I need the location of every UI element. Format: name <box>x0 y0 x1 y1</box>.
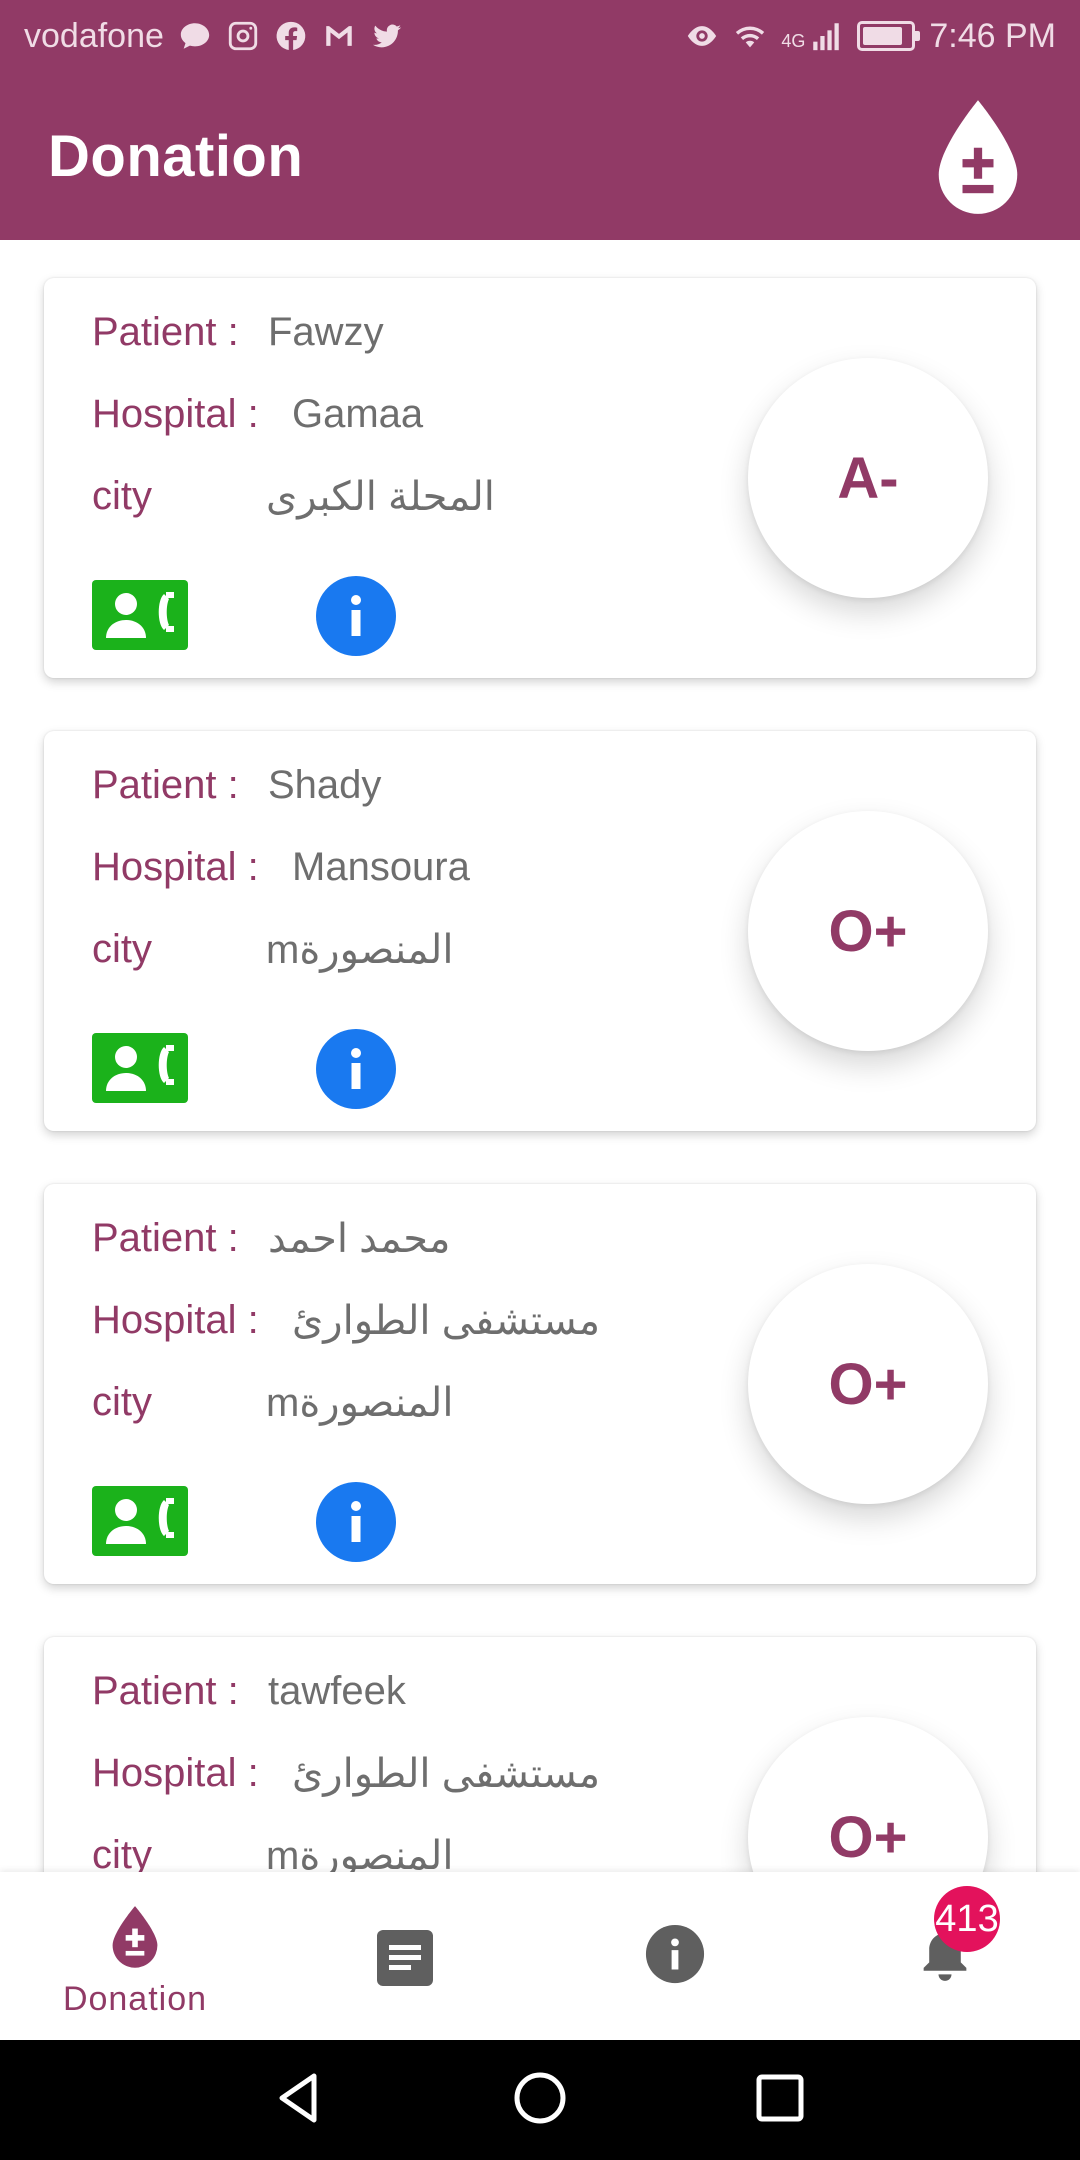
eye-icon <box>685 19 719 53</box>
blood-type-badge: O+ <box>748 1264 988 1504</box>
hospital-name: مستشفى الطوارئ <box>292 1752 601 1796</box>
carrier-name: vodafone <box>24 16 164 55</box>
nav-donation-label: Donation <box>62 1980 208 2018</box>
contact-phone-icon <box>106 1045 174 1091</box>
home-icon[interactable] <box>510 2068 570 2133</box>
bottom-navigation: Donation 413 <box>0 1872 1080 2040</box>
city-label: city <box>92 1380 152 1424</box>
info-button[interactable] <box>316 1029 396 1109</box>
patient-name: محمد احمد <box>268 1217 451 1261</box>
patient-label: Patient : <box>92 1669 239 1713</box>
donation-card[interactable]: Patient : محمد احمد Hospital : مستشفى الطو… <box>44 1184 1036 1584</box>
call-contact-button[interactable] <box>92 580 188 650</box>
call-contact-button[interactable] <box>92 1033 188 1103</box>
patient-label: Patient : <box>92 310 239 354</box>
message-icon <box>178 19 212 53</box>
hospital-label: Hospital : <box>92 1298 259 1342</box>
patient-label: Patient : <box>92 763 239 807</box>
city-label: city <box>92 1833 152 1872</box>
signal-icon <box>809 19 843 53</box>
page-title: Donation <box>48 123 304 189</box>
patient-label: Patient : <box>92 1216 239 1260</box>
system-navigation-bar <box>0 2040 1080 2160</box>
donation-card[interactable]: Patient : Fawzy Hospital : Gamaa city المحل… <box>44 278 1036 678</box>
hospital-name: مستشفى الطوارئ <box>292 1299 601 1343</box>
back-icon[interactable] <box>270 2068 330 2133</box>
info-icon <box>351 1048 361 1089</box>
hospital-label: Hospital : <box>92 845 259 889</box>
facebook-icon <box>274 19 308 53</box>
notification-badge: 413 <box>934 1886 1000 1952</box>
city-name: mالمنصورة <box>266 928 454 972</box>
city-label: city <box>92 474 152 518</box>
blood-type-badge: A- <box>748 358 988 598</box>
patient-name: Shady <box>268 763 382 807</box>
donation-card[interactable]: Patient : Shady Hospital : Mansoura city mا… <box>44 731 1036 1131</box>
recents-icon[interactable] <box>750 2068 810 2133</box>
clock: 7:46 PM <box>929 16 1056 55</box>
call-contact-button[interactable] <box>92 1486 188 1556</box>
hospital-label: Hospital : <box>92 1751 259 1795</box>
city-name: المحلة الكبرى <box>266 475 495 519</box>
notes-icon <box>369 1922 441 1994</box>
contact-phone-icon <box>106 592 174 638</box>
hospital-label: Hospital : <box>92 392 259 436</box>
hospital-name: Mansoura <box>292 845 470 889</box>
info-button[interactable] <box>316 1482 396 1562</box>
city-label: city <box>92 927 152 971</box>
status-bar: vodafone 4G 7:46 PM <box>0 0 1080 72</box>
gmail-icon <box>322 19 356 53</box>
donation-list[interactable]: Patient : Fawzy Hospital : Gamaa city المحل… <box>0 240 1080 1872</box>
blood-drop-icon <box>99 1900 171 1972</box>
instagram-icon <box>226 19 260 53</box>
info-circle-icon <box>639 1918 711 1990</box>
blood-type-badge: O+ <box>748 811 988 1051</box>
twitter-icon <box>370 19 404 53</box>
info-icon <box>351 1501 361 1542</box>
battery-fill <box>863 27 903 45</box>
patient-name: tawfeek <box>268 1669 406 1713</box>
network-type: 4G <box>781 30 806 51</box>
contact-phone-icon <box>106 1498 174 1544</box>
nav-notes[interactable] <box>270 1872 540 2040</box>
blood-drop-plus-minus-icon[interactable] <box>916 94 1040 218</box>
blood-type-badge: O+ <box>748 1717 988 1872</box>
battery-icon <box>857 21 921 51</box>
donation-card[interactable]: Patient : tawfeek Hospital : مستشفى الطوار… <box>44 1637 1036 1872</box>
info-button[interactable] <box>316 576 396 656</box>
nav-donation[interactable]: Donation <box>0 1872 270 2040</box>
patient-name: Fawzy <box>268 310 384 354</box>
nav-info[interactable] <box>540 1872 810 2040</box>
city-name: mالمنصورة <box>266 1381 454 1425</box>
wifi-icon <box>733 19 767 53</box>
info-icon <box>351 595 361 636</box>
hospital-name: Gamaa <box>292 392 424 436</box>
city-name: mالمنصورة <box>266 1834 454 1872</box>
app-bar: Donation <box>0 72 1080 240</box>
